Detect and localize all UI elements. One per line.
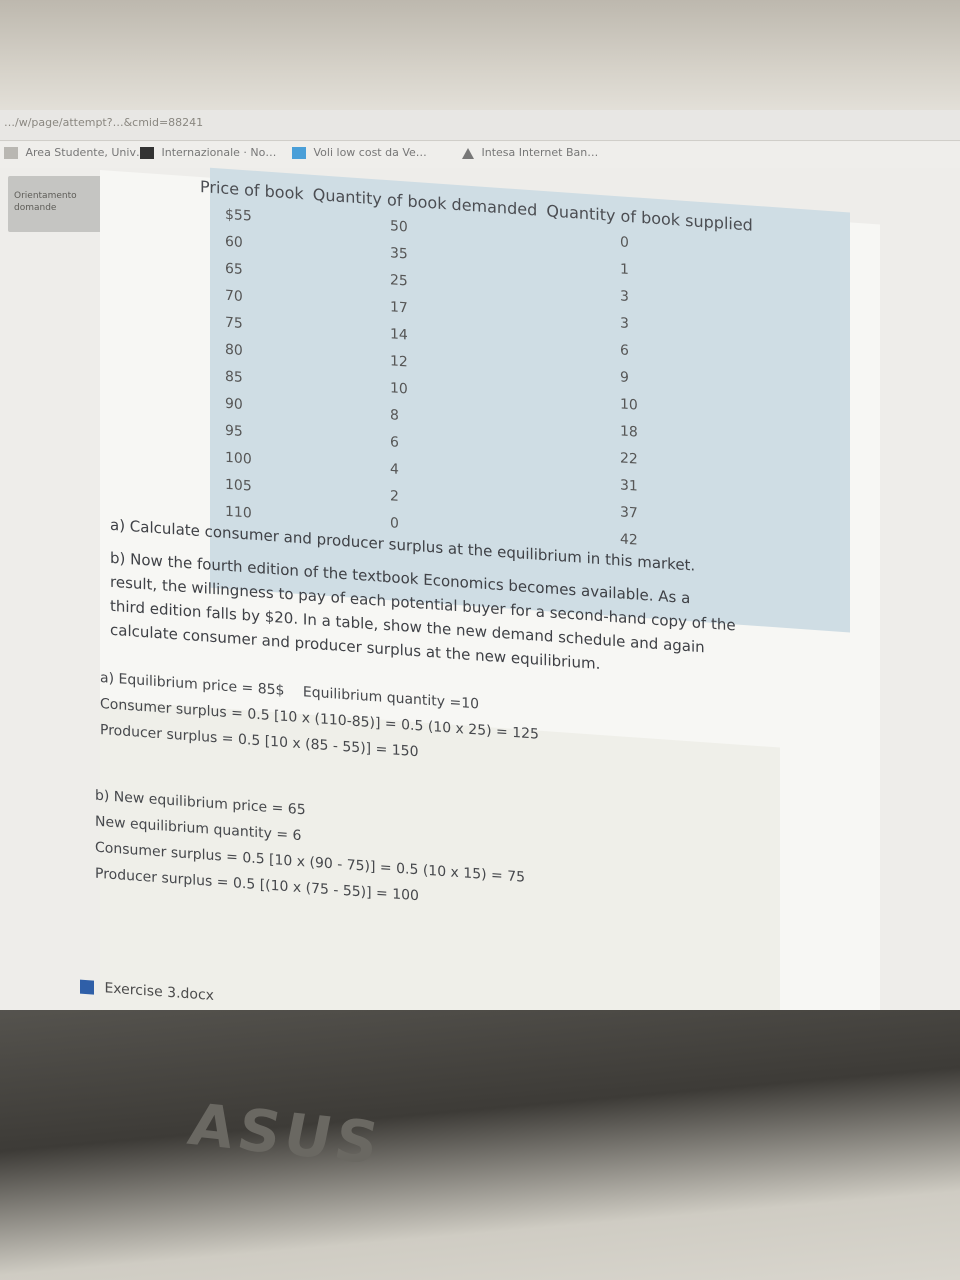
quantity-supplied-cell: 37: [620, 504, 638, 522]
quantity-demanded-cell: 2: [390, 488, 399, 505]
quiz-navigation-block[interactable]: Orientamento domande: [8, 176, 104, 232]
quantity-supplied-cell: 3: [620, 288, 629, 305]
price-cell: 110: [225, 503, 252, 522]
bookmark-label: Voli low cost da Ve…: [313, 146, 427, 159]
price-cell: 80: [225, 341, 243, 359]
price-cell: 65: [225, 260, 243, 278]
price-cell: 60: [225, 233, 243, 251]
quantity-demanded-cell: 17: [390, 299, 408, 317]
bookmark-icon: [4, 147, 18, 159]
quantity-supplied-cell: 3: [620, 315, 629, 332]
quantity-demanded-cell: 8: [390, 407, 399, 424]
quantity-supplied-cell: 6: [620, 342, 629, 359]
quantity-supplied-cell: 1: [620, 261, 629, 278]
price-cell: 85: [225, 368, 243, 386]
url-text: …/w/page/attempt?…&cmid=88241: [4, 116, 204, 129]
quantity-demanded-cell: 50: [390, 218, 408, 236]
price-cell: 90: [225, 395, 243, 413]
quantity-demanded-cell: 35: [390, 245, 408, 263]
question-content: Price of book Quantity of book demanded …: [80, 167, 880, 1020]
bookmark-item[interactable]: Intesa Internet Ban…: [462, 146, 598, 159]
word-document-icon: [80, 979, 94, 995]
quantity-supplied-cell: 0: [620, 234, 629, 251]
laptop-bottom-bezel: [0, 1010, 960, 1280]
quantity-supplied-cell: 42: [620, 531, 638, 549]
bookmark-item[interactable]: Voli low cost da Ve…: [292, 146, 427, 159]
quantity-demanded-cell: 10: [390, 380, 408, 398]
quantity-supplied-cell: 18: [620, 423, 638, 441]
quantity-supplied-cell: 31: [620, 477, 638, 495]
quantity-supplied-cell: 9: [620, 369, 629, 386]
sidebar-label: Orientamento domande: [14, 191, 77, 213]
answer-a-price: a) Equilibrium price = 85$: [100, 670, 285, 699]
quantity-demanded-cell: 25: [390, 272, 408, 290]
address-bar[interactable]: …/w/page/attempt?…&cmid=88241: [0, 110, 960, 141]
bookmark-item[interactable]: Internazionale · No…: [140, 146, 276, 159]
answer-a-quantity: Equilibrium quantity =10: [302, 684, 480, 713]
price-cell: 75: [225, 314, 243, 332]
bookmark-item[interactable]: Area Studente, Univ…: [4, 146, 147, 159]
price-cell: 100: [225, 449, 252, 468]
laptop-top-bezel: [0, 0, 960, 115]
quantity-demanded-cell: 0: [390, 515, 399, 532]
bookmark-icon: [462, 147, 474, 159]
quantity-supplied-cell: 22: [620, 450, 638, 468]
bookmark-label: Intesa Internet Ban…: [481, 146, 599, 159]
bookmark-icon: [140, 147, 154, 159]
quantity-demanded-cell: 4: [390, 461, 399, 478]
price-cell: $55: [225, 206, 252, 225]
price-cell: 105: [225, 476, 252, 495]
price-cell: 95: [225, 422, 243, 440]
price-cell: 70: [225, 287, 243, 305]
quantity-demanded-cell: 6: [390, 434, 399, 451]
bookmark-label: Internazionale · No…: [161, 146, 277, 159]
screen: …/w/page/attempt?…&cmid=88241 Area Stude…: [0, 110, 960, 1020]
bookmarks-bar: Area Studente, Univ… Internazionale · No…: [0, 142, 960, 168]
quantity-demanded-cell: 14: [390, 326, 408, 344]
bookmark-label: Area Studente, Univ…: [25, 146, 147, 159]
quantity-demanded-cell: 12: [390, 353, 408, 371]
bookmark-icon: [292, 147, 306, 159]
quantity-supplied-cell: 10: [620, 396, 638, 414]
